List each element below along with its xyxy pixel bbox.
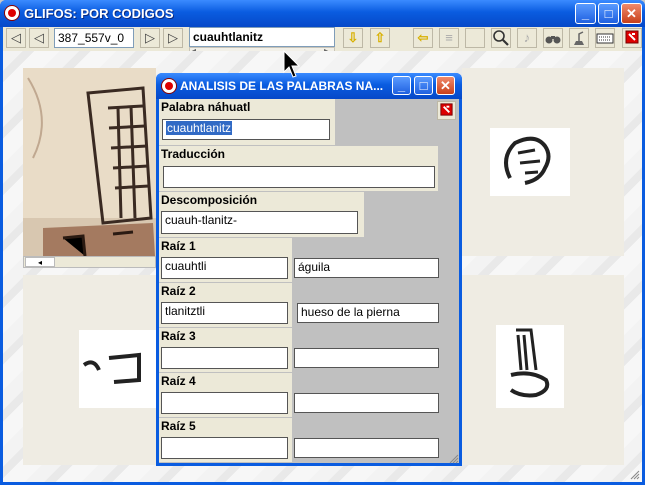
- dialog-exit-icon[interactable]: [437, 101, 456, 120]
- next-record-icon[interactable]: ▷: [140, 28, 160, 48]
- scroll-left-button[interactable]: ◂: [25, 257, 55, 267]
- traduccion-label: Traducción: [161, 147, 226, 161]
- app-icon: [4, 5, 20, 21]
- magnifier-icon[interactable]: [491, 28, 511, 48]
- root-5-label: Raíz 5: [161, 419, 196, 433]
- descomposicion-label: Descomposición: [161, 193, 258, 207]
- root-2-meaning-input[interactable]: hueso de la pierna: [297, 303, 439, 323]
- lamp-icon[interactable]: [569, 28, 589, 48]
- root-1-input[interactable]: cuauhtli: [161, 257, 288, 279]
- glyph-panel-1: [462, 68, 624, 256]
- glyph-panel-2: [23, 275, 156, 465]
- dialog-close-button[interactable]: ✕: [436, 76, 455, 95]
- toolbar: ◁ ◁ 387_557v_0 ▷ ▷ cuauhtlanitz ◂ ▸ ⇩ ⇧ …: [3, 27, 642, 60]
- glyph-image-3: [496, 325, 564, 408]
- down-arrow-icon[interactable]: ⇩: [343, 28, 363, 48]
- root-5-input[interactable]: [161, 437, 288, 459]
- maximize-button[interactable]: □: [598, 3, 619, 24]
- exit-icon[interactable]: [622, 28, 642, 48]
- window-resize-grip[interactable]: [630, 469, 640, 480]
- codex-scrollbar[interactable]: ◂: [23, 256, 156, 268]
- last-record-icon[interactable]: ▷: [163, 28, 183, 48]
- glyph-image-1: [490, 128, 570, 196]
- up-arrow-icon[interactable]: ⇧: [370, 28, 390, 48]
- dialog-maximize-button[interactable]: □: [414, 76, 433, 95]
- root-1-meaning-input[interactable]: águila: [294, 258, 439, 278]
- minimize-button[interactable]: _: [575, 3, 596, 24]
- palabra-input[interactable]: cuauhtlanitz: [162, 119, 330, 140]
- main-title: GLIFOS: POR CODIGOS: [24, 6, 174, 21]
- root-1-label: Raíz 1: [161, 239, 196, 253]
- first-record-icon[interactable]: ◁: [6, 28, 26, 48]
- root-4-input[interactable]: [161, 392, 288, 414]
- dialog-resize-grip[interactable]: [449, 453, 459, 464]
- blank-icon[interactable]: [465, 28, 485, 48]
- code-field[interactable]: 387_557v_0: [54, 28, 134, 48]
- root-2-label: Raíz 2: [161, 284, 196, 298]
- glyph-panel-3: [462, 275, 624, 465]
- palabra-value: cuauhtlanitz: [166, 121, 233, 135]
- music-icon[interactable]: ♪: [517, 28, 537, 48]
- dialog-title: ANALISIS DE LAS PALABRAS NA...: [180, 79, 384, 93]
- root-3-meaning-input[interactable]: [294, 348, 439, 368]
- back-arrow-icon[interactable]: ⇦: [413, 28, 433, 48]
- main-title-bar[interactable]: GLIFOS: POR CODIGOS _ □ ✕: [0, 0, 645, 27]
- palabra-label: Palabra náhuatl: [161, 100, 251, 114]
- root-2-input[interactable]: tlanitztli: [161, 302, 288, 324]
- root-5-meaning-input[interactable]: [294, 438, 439, 458]
- dialog-minimize-button[interactable]: _: [392, 76, 411, 95]
- search-field[interactable]: cuauhtlanitz: [189, 27, 335, 47]
- codex-image-panel: [23, 68, 156, 257]
- dialog-app-icon: [161, 78, 177, 94]
- root-3-label: Raíz 3: [161, 329, 196, 343]
- keyboard-icon[interactable]: [595, 28, 615, 48]
- root-4-label: Raíz 4: [161, 374, 196, 388]
- root-3-input[interactable]: [161, 347, 288, 369]
- traduccion-input[interactable]: [163, 166, 435, 188]
- prev-record-icon[interactable]: ◁: [29, 28, 49, 48]
- list-icon[interactable]: ≡: [439, 28, 459, 48]
- glyph-image-2: [79, 330, 156, 408]
- binoculars-icon[interactable]: [543, 28, 563, 48]
- descomposicion-input[interactable]: cuauh-tlanitz-: [161, 211, 358, 234]
- close-button[interactable]: ✕: [621, 3, 642, 24]
- codex-image: [23, 68, 156, 257]
- dialog-title-bar[interactable]: ANALISIS DE LAS PALABRAS NA... _ □ ✕: [156, 73, 462, 99]
- mouse-cursor-icon: [283, 50, 301, 78]
- root-4-meaning-input[interactable]: [294, 393, 439, 413]
